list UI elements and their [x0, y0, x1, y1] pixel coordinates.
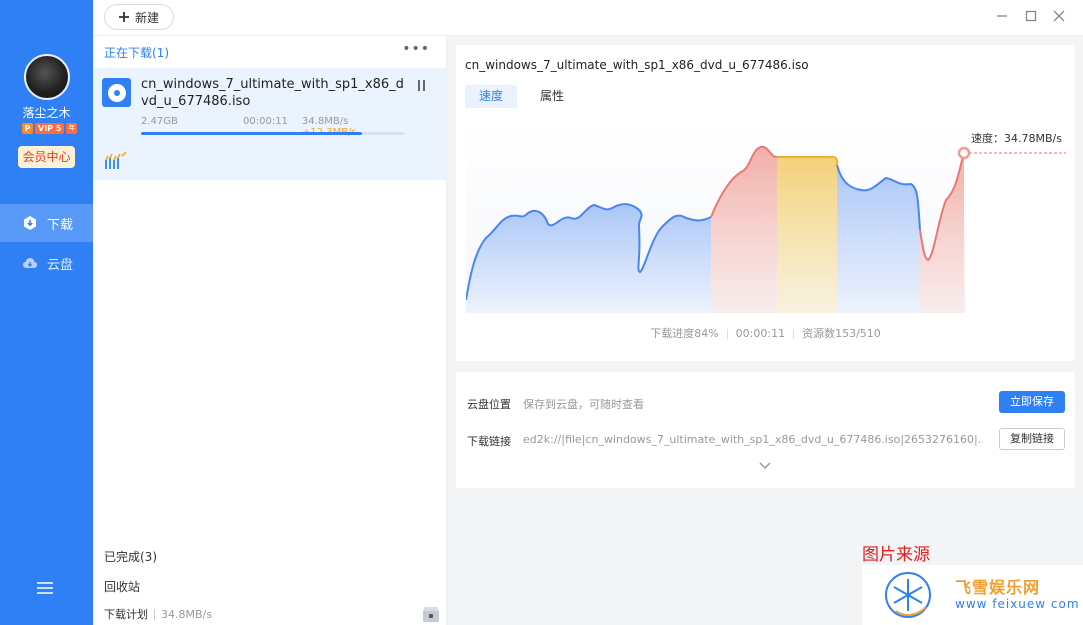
vip-year-badge: 年	[66, 123, 78, 134]
minimize-icon[interactable]	[994, 8, 1010, 24]
download-link-label: 下载链接	[467, 435, 511, 448]
nav-item-download[interactable]: 下载	[0, 204, 93, 242]
new-task-label: 新建	[134, 10, 159, 25]
task-progress-bar	[141, 132, 404, 135]
tab-speed[interactable]: 速度	[465, 85, 518, 108]
watermark-site-name: 飞雪娱乐网	[955, 578, 1041, 597]
download-plan-row[interactable]: 下载计划 34.8MB/s	[104, 606, 212, 622]
nav-item-label: 下载	[47, 217, 74, 233]
more-options-icon[interactable]: •••	[402, 41, 430, 57]
pause-icon[interactable]	[418, 80, 425, 91]
download-progress-text: 下载进度84%	[650, 327, 719, 340]
download-stats-row: 下载进度84% 00:00:11 资源数153/510	[456, 325, 1075, 341]
top-bar: 新建	[93, 0, 1083, 36]
copy-link-button[interactable]: 复制链接	[999, 428, 1065, 450]
detail-file-name: cn_windows_7_ultimate_with_sp1_x86_dvd_u…	[465, 58, 809, 72]
save-now-button[interactable]: 立即保存	[999, 391, 1065, 413]
completed-link[interactable]: 已完成(3)	[104, 548, 157, 565]
speed-chart: 速度：34.78MB/s	[466, 120, 1066, 313]
iso-file-icon	[102, 78, 131, 107]
download-task-item[interactable]: cn_windows_7_ultimate_with_sp1_x86_dvd_u…	[93, 68, 446, 180]
maximize-icon[interactable]	[1023, 8, 1039, 24]
task-progress-fill	[141, 132, 362, 135]
download-link-value[interactable]: ed2k://|file|cn_windows_7_ultimate_with_…	[523, 433, 983, 446]
cloud-location-label: 云盘位置	[467, 398, 511, 411]
snowflake-logo-icon	[885, 572, 931, 618]
speed-detail-card: cn_windows_7_ultimate_with_sp1_x86_dvd_u…	[456, 45, 1075, 361]
vip-p-badge: P	[22, 123, 33, 134]
download-plan-speed: 34.8MB/s	[161, 607, 212, 621]
vip-badges: P VIP 5 年	[22, 123, 78, 134]
chart-area-yellow	[777, 156, 838, 313]
task-time: 00:00:11	[243, 116, 288, 127]
downloading-section-title[interactable]: 正在下载(1)	[104, 44, 169, 61]
lock-icon[interactable]	[422, 606, 440, 622]
elapsed-time-text: 00:00:11	[735, 327, 786, 340]
watermark-title: 图片来源	[862, 545, 930, 565]
plan-separator	[154, 608, 155, 620]
watermark-site-url: www feixuew com	[955, 597, 1080, 611]
plus-icon	[118, 12, 129, 22]
recycle-bin-link[interactable]: 回收站	[104, 578, 140, 595]
menu-icon[interactable]	[37, 582, 53, 595]
chart-current-point	[957, 146, 971, 160]
accelerate-icon[interactable]	[104, 151, 132, 171]
username[interactable]: 落尘之木	[0, 104, 93, 121]
chart-current-speed-label: 速度：34.78MB/s	[971, 131, 1062, 145]
chevron-down-icon[interactable]	[759, 462, 771, 470]
task-size: 2.47GB	[141, 116, 178, 127]
watermark-logo: 飞雪娱乐网 www feixuew com	[862, 565, 1083, 625]
cloud-icon	[23, 258, 37, 268]
cloud-link-card: 云盘位置 保存到云盘，可随时查看 立即保存 下载链接 ed2k://|file|…	[456, 372, 1075, 488]
close-icon[interactable]	[1051, 8, 1067, 24]
cloud-location-hint: 保存到云盘，可随时查看	[523, 398, 644, 411]
avatar[interactable]	[24, 54, 70, 100]
nav-item-label: 云盘	[47, 257, 74, 273]
tab-properties[interactable]: 属性	[526, 85, 578, 108]
download-icon	[24, 216, 36, 230]
new-task-button[interactable]: 新建	[104, 4, 174, 30]
task-speed-value: 34.8MB/s	[302, 116, 349, 127]
download-plan-label: 下载计划	[104, 608, 148, 621]
chart-area-blue-2	[837, 165, 920, 313]
left-rail: 落尘之木 P VIP 5 年 会员中心 下载 云盘	[0, 0, 93, 625]
download-list-panel: 正在下载(1) ••• cn_windows_7_ultimate_with_s…	[93, 36, 447, 625]
sources-count-text: 资源数153/510	[802, 327, 881, 340]
member-center-button[interactable]: 会员中心	[18, 146, 75, 168]
nav-item-cloud[interactable]: 云盘	[0, 244, 93, 282]
vip-level-badge: VIP 5	[35, 123, 65, 134]
task-file-name: cn_windows_7_ultimate_with_sp1_x86_dvd_u…	[141, 77, 404, 109]
